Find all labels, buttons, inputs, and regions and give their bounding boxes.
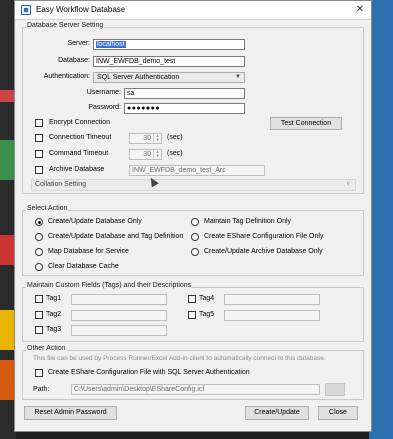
tag3-label: Tag3 — [46, 326, 62, 333]
tag5-label: Tag5 — [199, 311, 215, 318]
other-action-note: This file can be used by Process Runner/… — [33, 355, 326, 362]
chevron-down-icon: ▼ — [235, 74, 241, 80]
connection-timeout-checkbox[interactable] — [35, 134, 43, 142]
background-tile — [0, 310, 14, 350]
custom-fields-title: Maintain Custom Fields (Tags) and their … — [26, 282, 193, 289]
close-icon[interactable]: ✕ — [353, 3, 367, 17]
tag4-checkbox[interactable] — [188, 295, 196, 303]
server-setting-group: Database Server Setting Server: localhos… — [22, 22, 364, 194]
chevron-down-icon: ˅ — [346, 182, 350, 188]
path-label: Path: — [33, 386, 50, 393]
collation-setting-select[interactable]: Collation Setting ˅ — [31, 179, 356, 191]
test-connection-button[interactable]: Test Connection — [270, 117, 342, 130]
close-button[interactable]: Close — [318, 406, 358, 420]
option-maintain-tag-radio[interactable] — [191, 218, 199, 226]
database-input[interactable]: INW_EWFDB_demo_test — [93, 56, 245, 67]
option-clear-cache-radio[interactable] — [35, 263, 43, 271]
background-tile — [0, 140, 14, 180]
server-input[interactable]: localhost — [93, 39, 245, 50]
eshare-config-label: Create EShare Configuration File with SQ… — [48, 369, 250, 376]
tag3-checkbox[interactable] — [35, 326, 43, 334]
select-action-title: Select Action — [26, 205, 69, 212]
option-map-database-radio[interactable] — [35, 248, 43, 256]
option-eshare-config-label: Create EShare Configuration File Only — [204, 233, 324, 240]
command-timeout-unit: (sec) — [167, 150, 183, 157]
username-input[interactable]: sa — [124, 88, 245, 99]
encrypt-label: Encrypt Connection — [49, 119, 111, 126]
encrypt-checkbox[interactable] — [35, 119, 43, 127]
option-create-update-db-radio[interactable] — [35, 218, 43, 226]
easy-workflow-database-dialog: Easy Workflow Database ✕ Database Server… — [14, 0, 372, 432]
tag5-input[interactable] — [224, 310, 320, 321]
username-label: Username: — [86, 89, 121, 96]
tag2-checkbox[interactable] — [35, 311, 43, 319]
command-timeout-checkbox[interactable] — [35, 150, 43, 158]
tag5-checkbox[interactable] — [188, 311, 196, 319]
spinner-arrows-icon[interactable]: ▲ ▼ — [153, 134, 161, 143]
option-maintain-tag-label: Maintain Tag Definition Only — [204, 218, 292, 225]
background-tile — [0, 235, 14, 265]
tag4-label: Tag4 — [199, 295, 215, 302]
archive-database-checkbox[interactable] — [35, 166, 43, 174]
option-archive-db-radio[interactable] — [191, 248, 199, 256]
connection-timeout-unit: (sec) — [167, 134, 183, 141]
option-eshare-config-radio[interactable] — [191, 233, 199, 241]
command-timeout-spinner[interactable]: 30 ▲ ▼ — [129, 149, 162, 160]
other-action-title: Other Action — [26, 345, 67, 352]
title-bar: Easy Workflow Database ✕ — [15, 1, 371, 20]
option-create-update-db-tag-radio[interactable] — [35, 233, 43, 241]
connection-timeout-label: Connection Timeout — [49, 134, 112, 141]
select-action-group: Select Action Create/Update Database Onl… — [22, 205, 364, 276]
option-map-database-label: Map Database for Service — [48, 248, 129, 255]
server-setting-title: Database Server Setting — [26, 22, 105, 29]
option-create-update-db-label: Create/Update Database Only — [48, 218, 142, 225]
background-panel — [369, 0, 393, 439]
authentication-select[interactable]: SQL Server Authentication ▼ — [93, 72, 245, 83]
option-create-update-db-tag-label: Create/Update Database and Tag Definitio… — [48, 233, 184, 240]
reset-admin-password-button[interactable]: Reset Admin Password — [24, 406, 117, 420]
option-archive-db-label: Create/Update Archive Database Only — [204, 248, 323, 255]
spinner-arrows-icon[interactable]: ▲ ▼ — [153, 150, 161, 159]
tag1-input[interactable] — [71, 294, 167, 305]
background-tile — [0, 360, 14, 400]
tag2-label: Tag2 — [46, 311, 62, 318]
custom-fields-group: Maintain Custom Fields (Tags) and their … — [22, 282, 364, 342]
path-input[interactable]: C:\Users\admin\Desktop\EShareConfig.icf — [71, 384, 320, 395]
database-label: Database: — [58, 57, 90, 64]
create-update-button[interactable]: Create/Update — [245, 406, 309, 420]
eshare-config-checkbox[interactable] — [35, 369, 43, 377]
archive-database-label: Archive Database — [49, 166, 105, 173]
server-label: Server: — [67, 40, 90, 47]
background-tile — [0, 90, 14, 102]
tag4-input[interactable] — [224, 294, 320, 305]
app-icon — [21, 5, 31, 15]
other-action-group: Other Action This file can be used by Pr… — [22, 345, 364, 400]
command-timeout-label: Command Timeout — [49, 150, 109, 157]
tag2-input[interactable] — [71, 310, 167, 321]
option-clear-cache-label: Clear Database Cache — [48, 263, 119, 270]
window-title: Easy Workflow Database — [36, 5, 126, 14]
browse-button[interactable] — [325, 383, 345, 396]
tag1-checkbox[interactable] — [35, 295, 43, 303]
tag3-input[interactable] — [71, 325, 167, 336]
password-label: Password: — [88, 104, 121, 111]
connection-timeout-spinner[interactable]: 30 ▲ ▼ — [129, 133, 162, 144]
tag1-label: Tag1 — [46, 295, 62, 302]
archive-database-input[interactable]: INW_EWFDB_demo_test_Arc — [129, 165, 265, 176]
authentication-label: Authentication: — [43, 73, 90, 80]
password-input[interactable]: ●●●●●●● — [124, 103, 245, 114]
